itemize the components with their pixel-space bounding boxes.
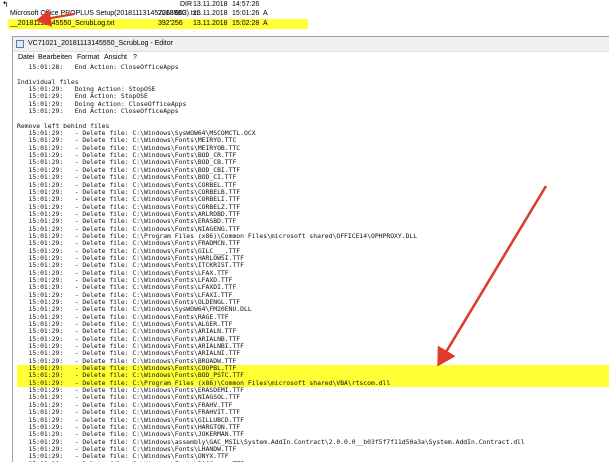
- file-date: 13.11.2018: [193, 20, 228, 27]
- menu-datei[interactable]: Datei: [18, 52, 34, 63]
- file-row-selected[interactable]: __20181113145550_ScrubLog.txt 392'256 13…: [8, 19, 308, 29]
- file-attr: A: [263, 20, 268, 27]
- file-row[interactable]: Microsoft Office PROPLUS Setup(201811131…: [0, 9, 609, 19]
- text-editor-area[interactable]: 15:01:28: End Action: CloseOfficeApps Ind…: [17, 64, 609, 462]
- window-title: VC71021_20181113145550_ScrubLog - Editor: [28, 40, 173, 47]
- file-size: 2018'603: [158, 10, 187, 17]
- file-time: 15:01:26: [232, 10, 260, 17]
- menu-bar: Datei Bearbeiten Format Ansicht ?: [13, 52, 609, 63]
- menu-help[interactable]: ?: [133, 52, 137, 63]
- menu-format[interactable]: Format: [77, 52, 99, 63]
- notepad-icon: [16, 40, 24, 48]
- menu-ansicht[interactable]: Ansicht: [104, 52, 127, 63]
- menu-bearbeiten[interactable]: Bearbeiten: [38, 52, 72, 63]
- file-attr: A: [263, 10, 268, 17]
- file-list: ↰ DIR 13.11.2018 14:57:26 Microsoft Offi…: [0, 0, 609, 32]
- title-bar[interactable]: VC71021_20181113145550_ScrubLog - Editor: [13, 37, 609, 52]
- log-line: 15:01:28: End Action: CloseOfficeApps: [17, 64, 179, 71]
- file-date: 13.11.2018: [193, 10, 228, 17]
- editor-window: VC71021_20181113145550_ScrubLog - Editor…: [12, 36, 609, 462]
- log-line: 15:01:29: End Action: CloseOfficeApps: [17, 107, 179, 116]
- file-time: 15:02:28: [232, 20, 260, 27]
- file-name: __20181113145550_ScrubLog.txt: [10, 20, 115, 27]
- file-size: 392'256: [158, 20, 183, 27]
